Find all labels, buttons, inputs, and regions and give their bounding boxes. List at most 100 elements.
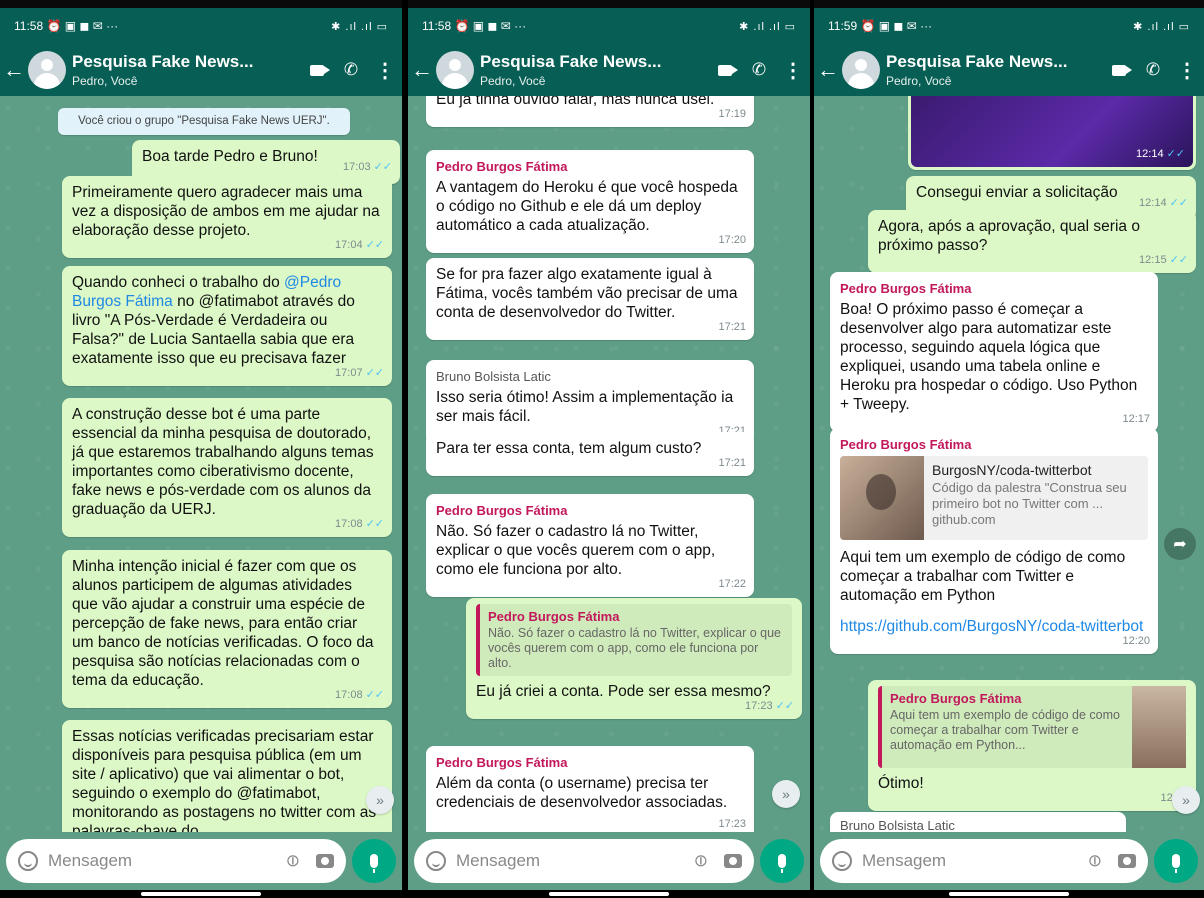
sender-name[interactable]: Pedro Burgos Fátima (436, 157, 744, 176)
sender-name[interactable]: Pedro Burgos Fátima (840, 435, 1148, 454)
camera-icon[interactable] (1118, 854, 1136, 868)
video-camera-icon (1112, 64, 1132, 76)
message-time: 17:21 (718, 321, 746, 333)
message-bubble[interactable]: Pedro Burgos Fátima Não. Só fazer o cada… (466, 598, 802, 719)
message-bubble[interactable]: Bruno Bolsista Latic (830, 812, 1126, 832)
menu-button[interactable]: ⋮ (1170, 58, 1204, 83)
message-input[interactable]: Mensagem (456, 851, 694, 871)
read-ticks-icon: ✓✓ (1169, 197, 1188, 209)
sender-name[interactable]: Pedro Burgos Fátima (436, 753, 744, 772)
message-bubble[interactable]: Pedro Burgos Fátima BurgosNY/coda-twitte… (830, 428, 1158, 654)
message-bubble[interactable]: Quando conheci o trabalho do @Pedro Burg… (62, 266, 392, 386)
sender-name[interactable]: Bruno Bolsista Latic (840, 816, 1116, 832)
mic-button[interactable] (760, 839, 804, 883)
double-chevron-down-icon: » (376, 792, 384, 808)
back-arrow-icon[interactable]: ← (0, 57, 28, 83)
camera-icon[interactable] (316, 854, 334, 868)
forward-button[interactable]: ➦ (1164, 528, 1196, 560)
message-link[interactable]: https://github.com/BurgosNY/coda-twitter… (840, 617, 1148, 636)
message-time: 17:19 (718, 108, 746, 120)
chat-title: Pesquisa Fake News... (480, 52, 662, 71)
group-avatar[interactable] (842, 51, 880, 89)
video-call-button[interactable] (708, 64, 742, 76)
emoji-icon[interactable] (18, 851, 38, 871)
menu-button[interactable]: ⋮ (776, 58, 810, 83)
message-bubble[interactable]: Minha intenção inicial é fazer com que o… (62, 550, 392, 708)
quoted-message[interactable]: Pedro Burgos Fátima Aqui tem um exemplo … (878, 686, 1186, 768)
message-list[interactable]: Eu já tinha ouvido falar, mas nunca usei… (408, 96, 810, 832)
status-time: 11:58 (422, 19, 452, 33)
chat-header: ← Pesquisa Fake News... Pedro, Você ✆ ⋮ (814, 44, 1204, 96)
mic-button[interactable] (352, 839, 396, 883)
message-bubble[interactable]: Pedro Burgos Fátima Boa! O próximo passo… (830, 272, 1158, 432)
voice-call-button[interactable]: ✆ (1136, 60, 1170, 80)
message-text: Se for pra fazer algo exatamente igual à… (436, 266, 738, 321)
message-bubble[interactable]: A construção desse bot é uma parte essen… (62, 398, 392, 537)
message-time: 12:17 (1122, 413, 1150, 425)
message-text: A vantagem do Heroku é que você hospeda … (436, 179, 738, 234)
message-input[interactable]: Mensagem (48, 851, 286, 871)
gesture-bar (0, 890, 402, 898)
message-bubble[interactable]: Pedro Burgos Fátima Além da conta (o use… (426, 746, 754, 832)
message-input-field[interactable]: Mensagem ⊘ (6, 839, 346, 883)
message-bubble[interactable]: Para ter essa conta, tem algum custo? 17… (426, 432, 754, 476)
message-bubble[interactable]: Pedro Burgos Fátima Aqui tem um exemplo … (868, 680, 1196, 811)
read-ticks-icon: ✓✓ (365, 239, 384, 251)
mic-button[interactable] (1154, 839, 1198, 883)
microphone-icon (778, 854, 786, 873)
message-input-field[interactable]: Mensagem ⊘ (414, 839, 754, 883)
phone-icon: ✆ (751, 60, 767, 79)
message-text: Aqui tem um exemplo de código de como co… (840, 549, 1126, 604)
quoted-thumbnail (1132, 686, 1186, 768)
voice-call-button[interactable]: ✆ (334, 60, 368, 80)
message-bubble[interactable]: Agora, após a aprovação, qual seria o pr… (868, 210, 1196, 273)
scroll-down-button[interactable]: » (1172, 786, 1200, 814)
quoted-message[interactable]: Pedro Burgos Fátima Não. Só fazer o cada… (476, 604, 792, 676)
scroll-down-button[interactable]: » (366, 786, 394, 814)
chat-title-area[interactable]: Pesquisa Fake News... Pedro, Você (72, 52, 300, 88)
message-bubble[interactable]: Pedro Burgos Fátima A vantagem do Heroku… (426, 150, 754, 253)
message-time: 12:15 ✓✓ (1139, 254, 1188, 266)
message-text: Eu já criei a conta. Pode ser essa mesmo… (476, 683, 771, 700)
back-arrow-icon[interactable]: ← (814, 57, 842, 83)
sender-name[interactable]: Bruno Bolsista Latic (436, 367, 744, 386)
voice-call-button[interactable]: ✆ (742, 60, 776, 80)
group-avatar[interactable] (28, 51, 66, 89)
scroll-down-button[interactable]: » (772, 780, 800, 808)
message-bubble[interactable]: Essas notícias verificadas precisariam e… (62, 720, 392, 832)
message-input-field[interactable]: Mensagem ⊘ (820, 839, 1148, 883)
sender-name[interactable]: Pedro Burgos Fátima (436, 501, 744, 520)
camera-icon[interactable] (724, 854, 742, 868)
microphone-icon (370, 854, 378, 873)
message-bubble[interactable]: Se for pra fazer algo exatamente igual à… (426, 258, 754, 340)
emoji-icon[interactable] (832, 851, 852, 871)
message-list[interactable]: Você criou o grupo "Pesquisa Fake News U… (0, 96, 402, 832)
message-bubble[interactable]: Pedro Burgos Fátima Não. Só fazer o cada… (426, 494, 754, 597)
back-arrow-icon[interactable]: ← (408, 57, 436, 83)
sender-name[interactable]: Pedro Burgos Fátima (840, 279, 1148, 298)
emoji-icon[interactable] (426, 851, 446, 871)
quoted-text: Não. Só fazer o cadastro lá no Twitter, … (488, 626, 781, 670)
video-call-button[interactable] (300, 64, 334, 76)
message-time: 17:03 ✓✓ (343, 161, 392, 173)
message-bubble[interactable]: Eu já tinha ouvido falar, mas nunca usei… (426, 96, 754, 127)
chat-title-area[interactable]: Pesquisa Fake News... Pedro, Você (886, 52, 1102, 88)
link-preview[interactable]: BurgosNY/coda-twitterbot Código da pales… (840, 456, 1148, 540)
system-message: Você criou o grupo "Pesquisa Fake News U… (58, 108, 350, 135)
chat-title-area[interactable]: Pesquisa Fake News... Pedro, Você (480, 52, 708, 88)
chat-participants: Pedro, Você (72, 74, 138, 88)
menu-button[interactable]: ⋮ (368, 58, 402, 83)
message-bubble[interactable]: Primeiramente quero agradecer mais uma v… (62, 176, 392, 258)
microphone-icon (1172, 854, 1180, 873)
more-vert-icon: ⋮ (1177, 59, 1197, 82)
message-list[interactable]: 12:14 ✓✓ Consegui enviar a solicitação 12… (814, 96, 1204, 832)
image-preview[interactable]: 12:14 ✓✓ (911, 96, 1193, 167)
message-input[interactable]: Mensagem (862, 851, 1088, 871)
video-call-button[interactable] (1102, 64, 1136, 76)
image-message[interactable]: 12:14 ✓✓ (908, 96, 1196, 170)
read-ticks-icon: ✓✓ (1166, 148, 1185, 160)
message-text: A construção desse bot é uma parte essen… (72, 406, 374, 518)
group-avatar[interactable] (436, 51, 474, 89)
status-time: 11:59 (828, 19, 858, 33)
chat-screen-3: 11:59 ⏰ ▣ ◼ ✉ ··· ✱ .ıl .ıl ▭ ← Pesquisa… (814, 0, 1204, 898)
